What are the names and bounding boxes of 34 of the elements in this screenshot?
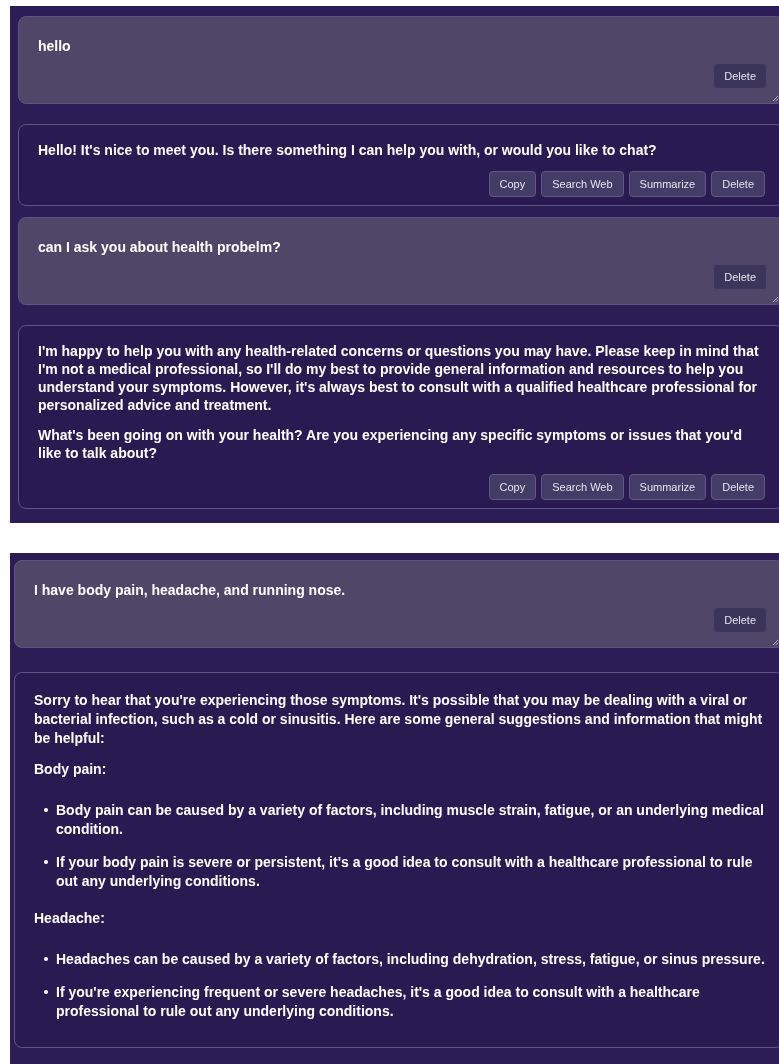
- list-item-text: If you're experiencing frequent or severe headaches, it's a good idea to consult with a healthcare professional to rule out any underlying conditions.: [56, 983, 701, 1021]
- message-button[interactable]: Delete: [711, 474, 765, 500]
- section-heading: Headache:: [34, 909, 106, 928]
- bullet-icon: [44, 808, 48, 812]
- list-item-text: Headaches can be caused by a variety of factors, including dehydration, stress, fatigue, or sinus pressure.: [56, 950, 765, 969]
- list-item-text: If your body pain is severe or persistent, it's a good idea to consult with a healthcare professional to rule out any underlying conditions.: [56, 853, 754, 891]
- message-input-box[interactable]: can I ask you about health probelm? Delete: [18, 217, 779, 305]
- message-button[interactable]: Delete: [713, 607, 767, 633]
- resize-handle-icon[interactable]: [772, 95, 779, 102]
- message-button[interactable]: Copy: [488, 474, 537, 500]
- response-paragraph: Sorry to hear that you're experiencing those symptoms. It's possible that you may be dealing with a viral or bacterial infection, such as a cold or sinusitis. Here are some general suggestions and information that might be helpful:: [34, 691, 764, 748]
- message-button[interactable]: Delete: [711, 171, 765, 197]
- resize-handle-icon[interactable]: [772, 639, 779, 646]
- message-text: hello: [38, 37, 72, 55]
- response-paragraph: I'm happy to help you with any health-related concerns or questions you may have. Please keep in mind that I'm not a medical professional, so I'll do my best to provide general information and resources to help you understand your symptoms. However, it's always best to consult with a qualified healthcare professional for personalized advice and treatment.: [38, 342, 760, 414]
- message-text: I have body pain, headache, and running nose.: [34, 581, 347, 599]
- response-paragraph: Hello! It's nice to meet you. Is there something I can help you with, or would you like to chat?: [38, 141, 658, 159]
- message-button[interactable]: Delete: [713, 63, 767, 89]
- message-input-box[interactable]: I have body pain, headache, and running nose. Delete: [14, 560, 779, 648]
- bullet-icon: [44, 860, 48, 864]
- message-input-box[interactable]: hello Delete: [18, 16, 779, 104]
- section-heading: Body pain:: [34, 760, 108, 779]
- resize-handle-icon[interactable]: [772, 296, 779, 303]
- message-text: can I ask you about health probelm?: [38, 238, 282, 256]
- message-button[interactable]: Summarize: [628, 171, 707, 197]
- bullet-icon: [44, 957, 48, 961]
- bullet-icon: [44, 990, 48, 994]
- list-item-text: Body pain can be caused by a variety of factors, including muscle strain, fatigue, or an underlying medical condition.: [56, 801, 765, 839]
- message-button[interactable]: Search Web: [541, 474, 624, 500]
- message-button[interactable]: Summarize: [628, 474, 707, 500]
- message-button[interactable]: Delete: [713, 264, 767, 290]
- message-button[interactable]: Search Web: [541, 171, 624, 197]
- response-paragraph: What's been going on with your health? Are you experiencing any specific symptoms or issues that you'd like to talk about?: [38, 426, 743, 462]
- message-button[interactable]: Copy: [488, 171, 537, 197]
